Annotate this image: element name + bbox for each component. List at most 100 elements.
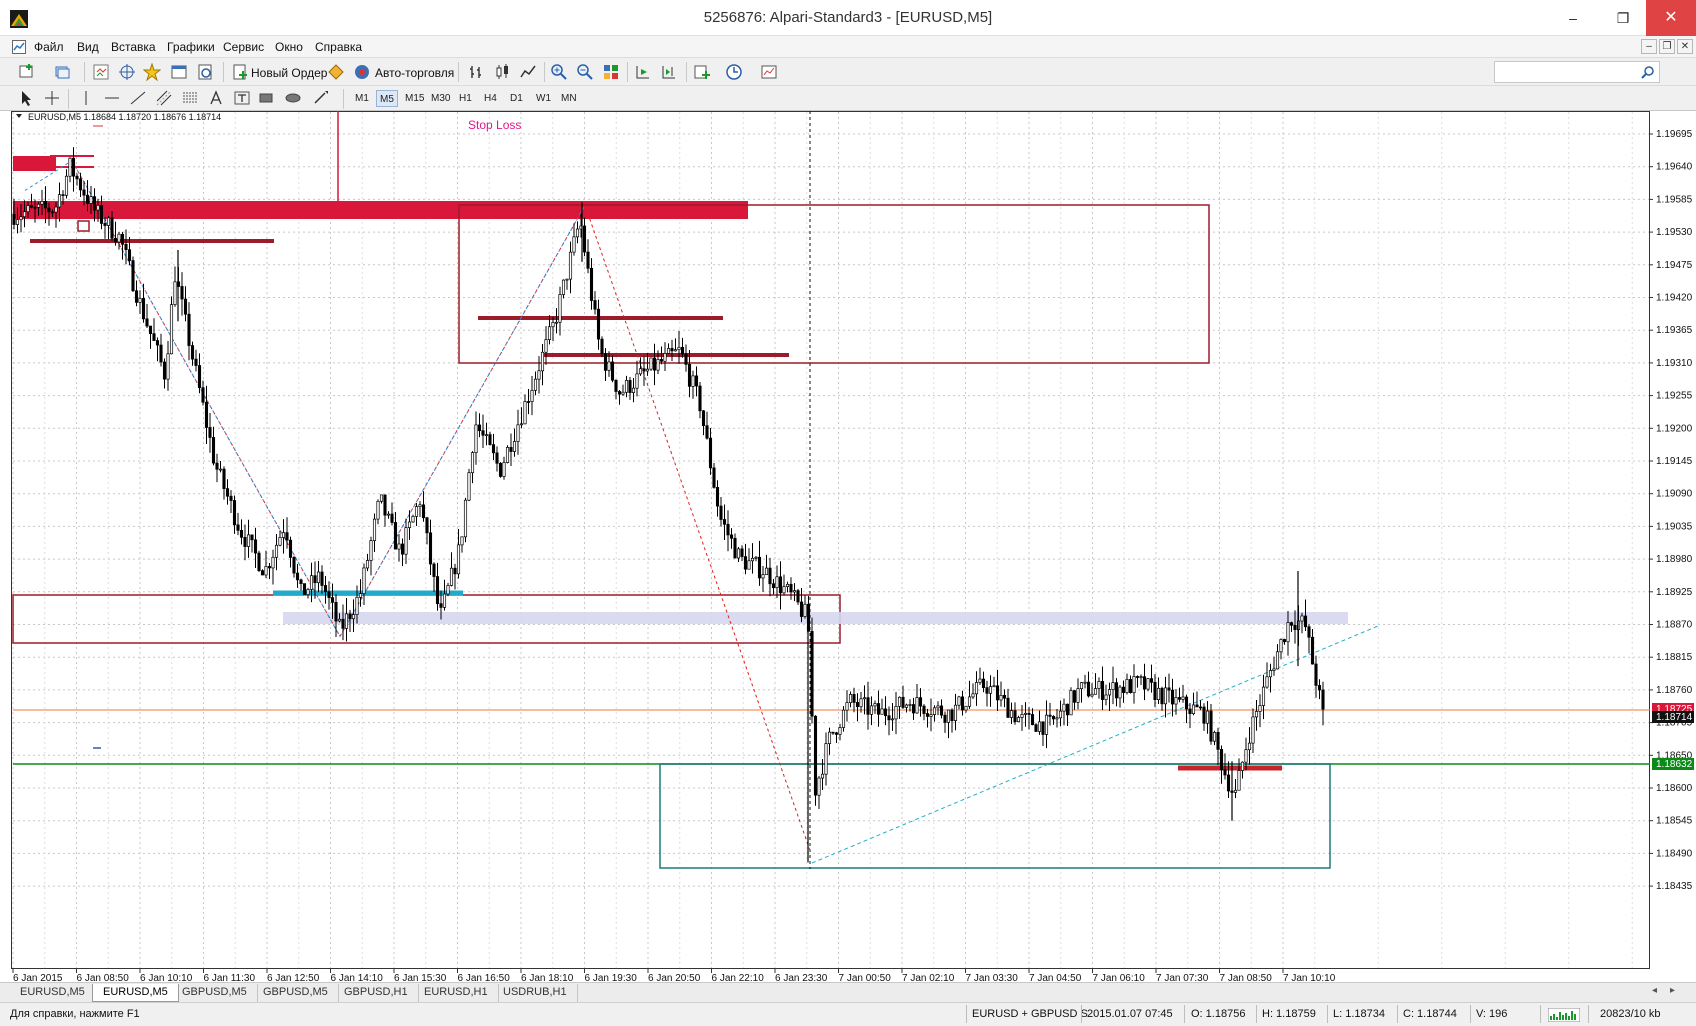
rectangle-icon[interactable]	[257, 89, 275, 107]
timeframe-m15[interactable]: M15	[402, 90, 427, 107]
candle-body	[666, 348, 671, 354]
templates-icon[interactable]	[760, 63, 778, 81]
candle-body	[820, 773, 825, 779]
new-order-button[interactable]: Новый Ордер	[251, 66, 327, 80]
candle-body	[887, 715, 891, 721]
terminal-icon[interactable]	[170, 63, 188, 81]
timeframe-d1[interactable]: D1	[507, 90, 526, 107]
crosshair-icon[interactable]	[118, 63, 136, 81]
price-chart[interactable]: Stop Loss 1.19695 1.19640 1.19585 1.19530 1.…	[0, 111, 1696, 982]
arrows-icon[interactable]	[312, 89, 330, 107]
candle-body	[1321, 689, 1325, 710]
ellipse-icon[interactable]	[284, 89, 302, 107]
new-order-icon[interactable]	[231, 63, 249, 81]
candle-body	[1244, 749, 1248, 763]
timeframe-mn[interactable]: MN	[558, 90, 580, 107]
chart-canvas[interactable]: Stop Loss 1.196951.196401.195851.195301.…	[0, 111, 1696, 982]
resistance-zone-small[interactable]	[13, 156, 56, 171]
vertical-line-icon[interactable]	[77, 89, 95, 107]
tab-usdrub-h1[interactable]: USDRUB,H1	[493, 984, 578, 1002]
candle-body	[1135, 676, 1140, 678]
new-chart-icon[interactable]	[18, 63, 36, 81]
tab-gbpusd-h1[interactable]: GBPUSD,H1	[334, 984, 419, 1002]
text-icon[interactable]	[207, 89, 225, 107]
window-minimize-button[interactable]: –	[1550, 0, 1596, 36]
fibonacci-icon[interactable]	[181, 89, 199, 107]
status-bar: Для справки, нажмите F1 EURUSD + GBPUSD …	[0, 1002, 1696, 1026]
candle-body	[285, 532, 289, 541]
trendline-icon[interactable]	[129, 89, 147, 107]
timeframe-h4[interactable]: H4	[481, 90, 500, 107]
zoom-out-icon[interactable]	[576, 63, 594, 81]
auto-trading-button[interactable]: Авто-торговля	[375, 66, 454, 80]
candle-body	[918, 697, 923, 707]
tab-eurusd-h1[interactable]: EURUSD,H1	[414, 984, 499, 1002]
indicators-icon[interactable]	[693, 63, 711, 81]
mdi-minimize-button[interactable]: –	[1641, 39, 1657, 54]
tile-windows-icon[interactable]	[602, 63, 620, 81]
candle-body	[82, 189, 86, 196]
candle-body	[978, 678, 982, 683]
mdi-close-button[interactable]: ✕	[1677, 39, 1693, 54]
horizontal-line-icon[interactable]	[103, 89, 121, 107]
tab-eurusd-m5-2[interactable]: EURUSD,M5	[92, 984, 179, 1002]
chart-shift-icon[interactable]	[660, 63, 678, 81]
price-label: 1.18760	[1656, 685, 1693, 696]
candle-body	[278, 537, 282, 546]
metaeditor-icon[interactable]	[327, 63, 345, 81]
window-close-button[interactable]: ✕	[1646, 0, 1696, 36]
candle-body	[1125, 679, 1129, 693]
strategy-tester-icon[interactable]	[196, 63, 214, 81]
candle-body	[183, 298, 188, 315]
time-axis: 6 Jan 2015 6 Jan 08:50 6 Jan 10:10 6 Jan 11…	[12, 968, 1336, 982]
menu-window[interactable]: Окно	[275, 40, 303, 54]
timeframe-w1[interactable]: W1	[533, 90, 554, 107]
resistance-zone[interactable]	[13, 201, 748, 219]
candle-body	[726, 523, 730, 536]
timeframe-m30[interactable]: M30	[428, 90, 453, 107]
candle-body	[1261, 686, 1266, 706]
window-maximize-button[interactable]: ❐	[1600, 0, 1646, 36]
lavender-zone[interactable]	[283, 612, 1348, 624]
stop-loss-label: Stop Loss	[468, 118, 521, 132]
timeframe-m1[interactable]: M1	[352, 90, 372, 107]
auto-scroll-icon[interactable]	[634, 63, 652, 81]
candle-body	[1233, 789, 1238, 793]
status-traffic: 20823/10 kb	[1600, 1008, 1661, 1020]
tabs-scroll-right-icon[interactable]: ▸	[1670, 985, 1675, 996]
zoom-in-icon[interactable]	[550, 63, 568, 81]
timeframe-h1[interactable]: H1	[456, 90, 475, 107]
menu-insert[interactable]: Вставка	[111, 40, 156, 54]
mdi-restore-button[interactable]: ❐	[1659, 39, 1675, 54]
menu-charts[interactable]: Графики	[167, 40, 215, 54]
menu-tools[interactable]: Сервис	[223, 40, 264, 54]
tabs-scroll-left-icon[interactable]: ◂	[1652, 985, 1657, 996]
tab-gbpusd-m5-1[interactable]: GBPUSD,M5	[172, 984, 258, 1002]
navigator-icon[interactable]	[143, 63, 161, 81]
chart-header-arrow-icon[interactable]	[16, 114, 22, 118]
auto-trading-icon[interactable]	[353, 63, 371, 81]
periods-icon[interactable]	[725, 63, 743, 81]
cursor-icon[interactable]	[17, 89, 35, 107]
search-icon[interactable]	[1641, 65, 1655, 79]
status-close: C: 1.18744	[1403, 1008, 1457, 1020]
menu-view[interactable]: Вид	[77, 40, 99, 54]
candlestick-chart-icon[interactable]	[493, 63, 511, 81]
timeframe-m5[interactable]: M5	[376, 90, 398, 107]
search-input[interactable]	[1494, 61, 1660, 83]
text-label-icon[interactable]	[233, 89, 251, 107]
line-chart-icon[interactable]	[519, 63, 537, 81]
tab-eurusd-m5-1[interactable]: EURUSD,M5	[10, 984, 96, 1002]
menu-help[interactable]: Справка	[315, 40, 362, 54]
equidistant-channel-icon[interactable]	[155, 89, 173, 107]
profiles-icon[interactable]	[53, 63, 71, 81]
market-watch-icon[interactable]	[92, 63, 110, 81]
candle-body	[540, 351, 545, 372]
cyan-trendline[interactable]	[811, 625, 1379, 864]
candle-body	[1247, 742, 1252, 751]
connection-status-icon[interactable]	[1548, 1008, 1580, 1022]
menu-file[interactable]: Файл	[34, 40, 64, 54]
crosshair-tool-icon[interactable]	[43, 89, 61, 107]
tab-gbpusd-m5-2[interactable]: GBPUSD,M5	[253, 984, 339, 1002]
bar-chart-icon[interactable]	[467, 63, 485, 81]
